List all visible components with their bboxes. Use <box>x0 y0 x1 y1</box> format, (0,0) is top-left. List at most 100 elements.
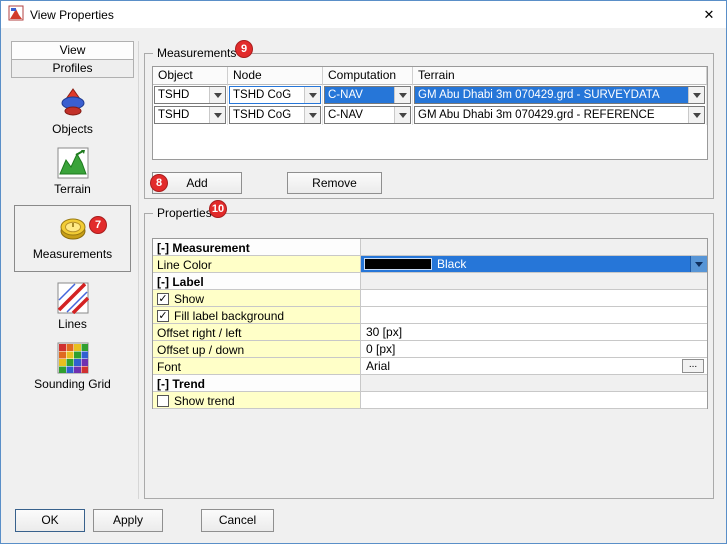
dropdown-arrow-icon[interactable] <box>209 87 225 103</box>
measurements-icon <box>57 212 89 244</box>
node-combo[interactable]: TSHD CoG <box>229 106 321 124</box>
combo-value: C-NAV <box>325 87 394 103</box>
remove-button[interactable]: Remove <box>287 172 382 194</box>
sidebar-item-label: Sounding Grid <box>13 377 132 391</box>
combo-value: TSHD <box>155 107 209 123</box>
step-badge-8: 8 <box>150 174 168 192</box>
ok-button[interactable]: OK <box>15 509 85 532</box>
property-grid: [-] Measurement Line Color Black [-] Lab… <box>152 238 708 409</box>
measurements-group: Measurements 9 Object Node Computation T… <box>144 53 714 199</box>
column-header-node[interactable]: Node <box>228 67 323 85</box>
combo-value: GM Abu Dhabi 3m 070429.grd - SURVEYDATA <box>415 87 688 103</box>
combo-value: TSHD CoG <box>230 87 304 103</box>
sidebar-item-label: Objects <box>13 122 132 136</box>
combo-value: GM Abu Dhabi 3m 070429.grd - REFERENCE <box>415 107 688 123</box>
terrain-combo[interactable]: GM Abu Dhabi 3m 070429.grd - SURVEYDATA <box>414 86 705 104</box>
table-row: TSHD TSHD CoG C-NAV GM Abu Dhabi 3m 0704… <box>153 105 707 125</box>
step-badge-9: 9 <box>235 40 253 58</box>
apply-button[interactable]: Apply <box>93 509 163 532</box>
view-properties-dialog: View Properties ✕ View Profiles Objects … <box>0 0 727 544</box>
property-row-measurement-category[interactable]: [-] Measurement <box>153 239 707 256</box>
sidebar-divider <box>138 41 139 499</box>
color-swatch <box>364 258 432 270</box>
property-row-trend-category[interactable]: [-] Trend <box>153 375 707 392</box>
step-badge-7: 7 <box>89 216 107 234</box>
objects-icon <box>57 87 89 119</box>
combo-value: C-NAV <box>325 107 394 123</box>
sidebar-item-label: Lines <box>13 317 132 331</box>
property-row-label-category[interactable]: [-] Label <box>153 273 707 290</box>
property-row-offset-up-down: Offset up / down 0 [px] <box>153 341 707 358</box>
combo-value: TSHD CoG <box>230 107 304 123</box>
dropdown-arrow-icon[interactable] <box>394 87 410 103</box>
property-label: Show trend <box>174 394 235 408</box>
sidebar-item-label: Terrain <box>13 182 132 196</box>
node-combo[interactable]: TSHD CoG <box>229 86 321 104</box>
measurements-table: Object Node Computation Terrain TSHD TSH… <box>152 66 708 160</box>
sidebar-item-lines[interactable]: Lines <box>13 282 132 331</box>
tab-view[interactable]: View <box>11 41 134 60</box>
property-row-show-trend: Show trend <box>153 392 707 409</box>
show-trend-checkbox[interactable] <box>157 395 169 407</box>
computation-combo[interactable]: C-NAV <box>324 106 411 124</box>
cancel-button[interactable]: Cancel <box>201 509 274 532</box>
app-icon <box>8 5 24 24</box>
show-checkbox[interactable]: ✓ <box>157 293 169 305</box>
sidebar-item-measurements[interactable]: Measurements <box>13 212 132 261</box>
property-label: [-] Measurement <box>153 239 361 255</box>
property-value <box>361 239 707 255</box>
combo-value: TSHD <box>155 87 209 103</box>
dropdown-arrow-icon[interactable] <box>688 87 704 103</box>
sidebar-item-label: Measurements <box>13 247 132 261</box>
property-label: Offset up / down <box>153 341 361 357</box>
window-title: View Properties <box>30 8 114 22</box>
offset-up-down-field[interactable]: 0 [px] <box>361 341 707 357</box>
font-value: Arial <box>366 359 390 373</box>
fill-label-background-checkbox[interactable]: ✓ <box>157 310 169 322</box>
font-ellipsis-button[interactable]: ... <box>682 359 704 373</box>
dropdown-arrow-icon[interactable] <box>304 87 320 103</box>
terrain-combo[interactable]: GM Abu Dhabi 3m 070429.grd - REFERENCE <box>414 106 705 124</box>
properties-group-label: Properties <box>153 206 216 220</box>
object-combo[interactable]: TSHD <box>154 86 226 104</box>
font-field[interactable]: Arial ... <box>361 358 707 374</box>
dropdown-arrow-icon[interactable] <box>304 107 320 123</box>
tab-profiles[interactable]: Profiles <box>11 59 134 78</box>
sidebar-item-terrain[interactable]: Terrain <box>13 147 132 196</box>
computation-combo[interactable]: C-NAV <box>324 86 411 104</box>
properties-group: Properties 10 [-] Measurement Line Color… <box>144 213 714 499</box>
column-header-terrain[interactable]: Terrain <box>413 67 707 85</box>
measurements-group-label: Measurements <box>153 46 240 60</box>
property-row-line-color: Line Color Black <box>153 256 707 273</box>
line-color-dropdown[interactable]: Black <box>361 256 707 272</box>
sidebar-item-objects[interactable]: Objects <box>13 87 132 136</box>
property-value: Black <box>361 256 707 272</box>
titlebar: View Properties ✕ <box>1 1 726 28</box>
object-combo[interactable]: TSHD <box>154 106 226 124</box>
column-header-computation[interactable]: Computation <box>323 67 413 85</box>
property-value <box>361 290 707 306</box>
property-label: Line Color <box>153 256 361 272</box>
color-name: Black <box>437 257 466 271</box>
property-value <box>361 273 707 289</box>
offset-right-left-field[interactable]: 30 [px] <box>361 324 707 340</box>
close-icon[interactable]: ✕ <box>692 1 726 28</box>
property-label: Offset right / left <box>153 324 361 340</box>
sidebar-item-sounding-grid[interactable]: Sounding Grid <box>13 342 132 391</box>
property-row-offset-right-left: Offset right / left 30 [px] <box>153 324 707 341</box>
property-label: Show <box>174 292 204 306</box>
property-label: Fill label background <box>174 309 284 323</box>
dropdown-arrow-icon[interactable] <box>688 107 704 123</box>
property-row-font: Font Arial ... <box>153 358 707 375</box>
table-row: TSHD TSHD CoG C-NAV GM Abu Dhabi 3m 0704… <box>153 85 707 105</box>
terrain-icon <box>57 147 89 179</box>
sounding-grid-icon <box>57 342 89 374</box>
property-value <box>361 375 707 391</box>
property-label: [-] Label <box>153 273 361 289</box>
dropdown-arrow-icon[interactable] <box>209 107 225 123</box>
lines-icon <box>57 282 89 314</box>
dropdown-arrow-icon[interactable] <box>394 107 410 123</box>
column-header-object[interactable]: Object <box>153 67 228 85</box>
dropdown-arrow-icon[interactable] <box>690 256 707 272</box>
property-value <box>361 392 707 408</box>
